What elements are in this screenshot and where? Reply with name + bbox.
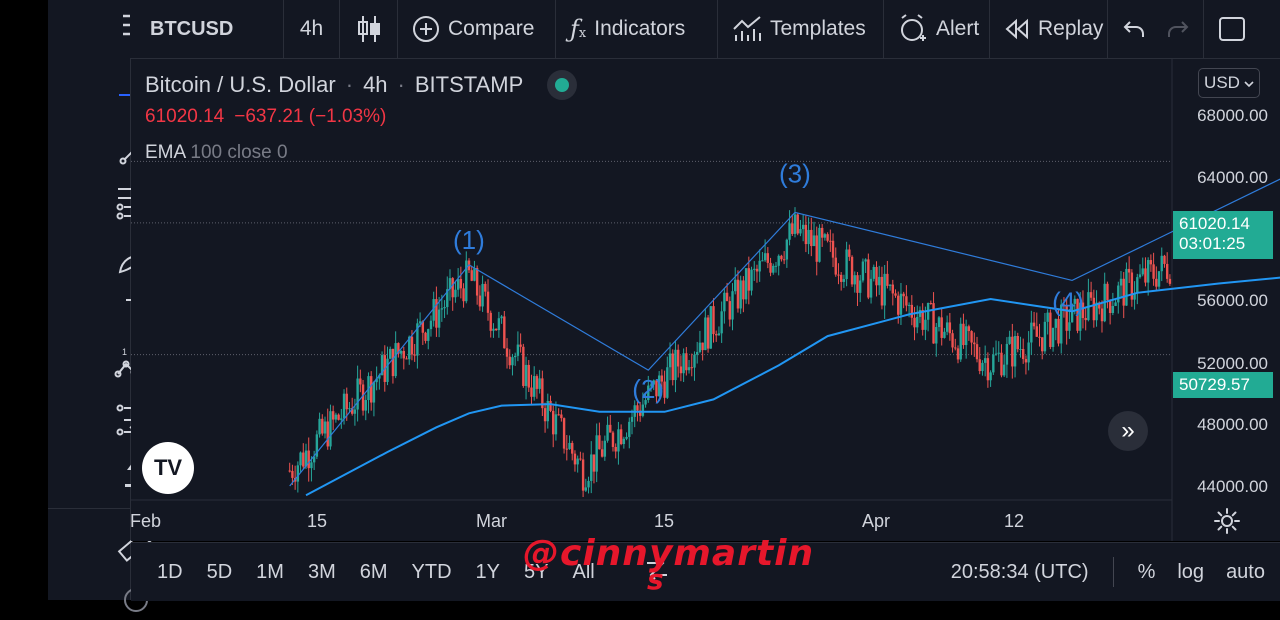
time-tick: Feb bbox=[130, 511, 162, 531]
svg-text:1: 1 bbox=[122, 347, 127, 357]
legend-dot: · bbox=[397, 72, 405, 97]
legend-change: −637.21 (−1.03%) bbox=[234, 106, 387, 127]
time-tick: Mar bbox=[476, 511, 507, 531]
redo-icon[interactable] bbox=[1166, 17, 1190, 41]
tradingview-logo[interactable]: TV bbox=[142, 442, 194, 494]
price-tick: 48000.00 bbox=[1197, 415, 1268, 434]
time-tick: 15 bbox=[307, 511, 328, 531]
price-tick: 52000.00 bbox=[1197, 354, 1268, 373]
ema-name: EMA bbox=[145, 142, 186, 163]
range-5d-button[interactable]: 5D bbox=[201, 561, 239, 584]
time-tick: 15 bbox=[654, 511, 675, 531]
chevron-down-icon bbox=[1244, 73, 1254, 93]
sidebar-divider bbox=[48, 508, 130, 509]
range-1m-button[interactable]: 1M bbox=[250, 561, 290, 584]
current-price-label: 61020.14 03:01:25 bbox=[1173, 211, 1273, 259]
time-tick: 12 bbox=[1004, 511, 1025, 531]
range-3m-button[interactable]: 3M bbox=[302, 561, 342, 584]
compare-button[interactable]: Compare bbox=[398, 0, 556, 58]
function-icon: ƒx bbox=[570, 15, 587, 43]
compare-label: Compare bbox=[448, 17, 535, 40]
interval-button[interactable]: 4h bbox=[284, 0, 340, 58]
price-tick: 68000.00 bbox=[1197, 106, 1268, 125]
settings-gear-icon[interactable] bbox=[1214, 508, 1240, 539]
price-tick: 44000.00 bbox=[1197, 477, 1268, 496]
rewind-icon bbox=[1004, 17, 1030, 41]
templates-icon bbox=[732, 15, 762, 43]
log-scale-toggle[interactable]: log bbox=[1177, 561, 1204, 584]
templates-label: Templates bbox=[770, 17, 866, 40]
indicators-label: Indicators bbox=[594, 17, 686, 40]
drawing-toolbar: 15 bbox=[48, 0, 155, 612]
scroll-to-realtime-button[interactable]: » bbox=[1108, 411, 1148, 451]
undo-redo-group bbox=[1108, 0, 1204, 58]
currency-label: USD bbox=[1204, 73, 1240, 92]
price-tick: 64000.00 bbox=[1197, 168, 1268, 187]
range-ytd-button[interactable]: YTD bbox=[406, 561, 458, 584]
currency-selector[interactable]: USD bbox=[1198, 68, 1260, 98]
watermark-text-tail: s bbox=[647, 563, 664, 596]
top-toolbar: BTCUSD 4h Compare ƒx Indicators Template… bbox=[130, 0, 1280, 59]
utc-clock[interactable]: 20:58:34 (UTC) bbox=[951, 561, 1089, 584]
current-price-value: 61020.14 bbox=[1179, 214, 1250, 233]
replay-label: Replay bbox=[1038, 17, 1104, 40]
plus-circle-icon bbox=[412, 15, 440, 43]
alert-button[interactable]: Alert bbox=[884, 0, 990, 58]
screen-edge bbox=[0, 0, 48, 600]
range-1d-button[interactable]: 1D bbox=[151, 561, 189, 584]
candles-icon bbox=[356, 14, 382, 44]
legend-dot: · bbox=[345, 72, 354, 97]
symbol-search-button[interactable]: BTCUSD bbox=[130, 0, 284, 58]
legend-last-price: 61020.14 bbox=[145, 106, 225, 127]
chart-type-button[interactable] bbox=[340, 0, 398, 58]
legend-exchange: BITSTAMP bbox=[414, 72, 524, 97]
ema-params: 100 close 0 bbox=[190, 142, 288, 163]
range-1y-button[interactable]: 1Y bbox=[470, 561, 506, 584]
alarm-clock-icon bbox=[898, 14, 928, 44]
symbol-description: Bitcoin / U.S. Dollar bbox=[145, 72, 336, 97]
ema-price-label: 50729.57 bbox=[1173, 372, 1273, 398]
interval-label: 4h bbox=[299, 17, 324, 40]
alert-label: Alert bbox=[936, 17, 980, 40]
percent-scale-toggle[interactable]: % bbox=[1138, 561, 1156, 584]
market-status-icon[interactable] bbox=[547, 70, 578, 100]
symbol-legend[interactable]: Bitcoin / U.S. Dollar · 4h · BITSTAMP bbox=[145, 70, 578, 100]
bottom-divider bbox=[1112, 557, 1114, 587]
price-tick: 56000.00 bbox=[1197, 291, 1268, 310]
fullscreen-button[interactable] bbox=[1204, 0, 1260, 58]
replay-button[interactable]: Replay bbox=[990, 0, 1108, 58]
price-legend: 61020.14 −637.21 (−1.03%) bbox=[145, 106, 386, 128]
indicators-button[interactable]: ƒx Indicators bbox=[556, 0, 718, 58]
watermark-text: @cinnymartin bbox=[523, 533, 815, 574]
logo-text: TV bbox=[153, 455, 183, 480]
undo-icon[interactable] bbox=[1122, 17, 1146, 41]
auto-scale-toggle[interactable]: auto bbox=[1226, 561, 1265, 584]
bar-countdown: 03:01:25 bbox=[1179, 234, 1246, 253]
square-icon bbox=[1218, 16, 1246, 42]
double-chevron-right-icon: » bbox=[1121, 417, 1135, 444]
time-tick: Apr bbox=[862, 511, 891, 531]
symbol-label: BTCUSD bbox=[150, 17, 234, 40]
ema-legend[interactable]: EMA 100 close 0 bbox=[145, 142, 288, 164]
range-6m-button[interactable]: 6M bbox=[354, 561, 394, 584]
legend-interval: 4h bbox=[363, 72, 388, 97]
templates-button[interactable]: Templates bbox=[718, 0, 884, 58]
chart-pane[interactable] bbox=[131, 59, 1280, 541]
